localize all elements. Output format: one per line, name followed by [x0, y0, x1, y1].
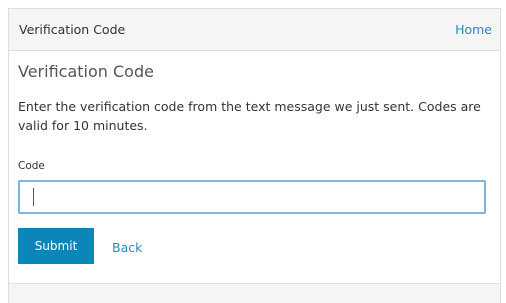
back-link[interactable]: Back [112, 240, 142, 255]
page-title: Verification Code [18, 62, 154, 81]
instructions-text: Enter the verification code from the tex… [18, 99, 481, 133]
header-title: Verification Code [19, 22, 126, 37]
panel-header: Verification Code Home [9, 9, 500, 51]
home-link[interactable]: Home [455, 22, 492, 37]
submit-button[interactable]: Submit [18, 228, 94, 264]
code-input[interactable] [18, 180, 486, 214]
code-label: Code [18, 160, 45, 172]
panel-footer [9, 283, 500, 303]
text-caret [33, 188, 34, 206]
